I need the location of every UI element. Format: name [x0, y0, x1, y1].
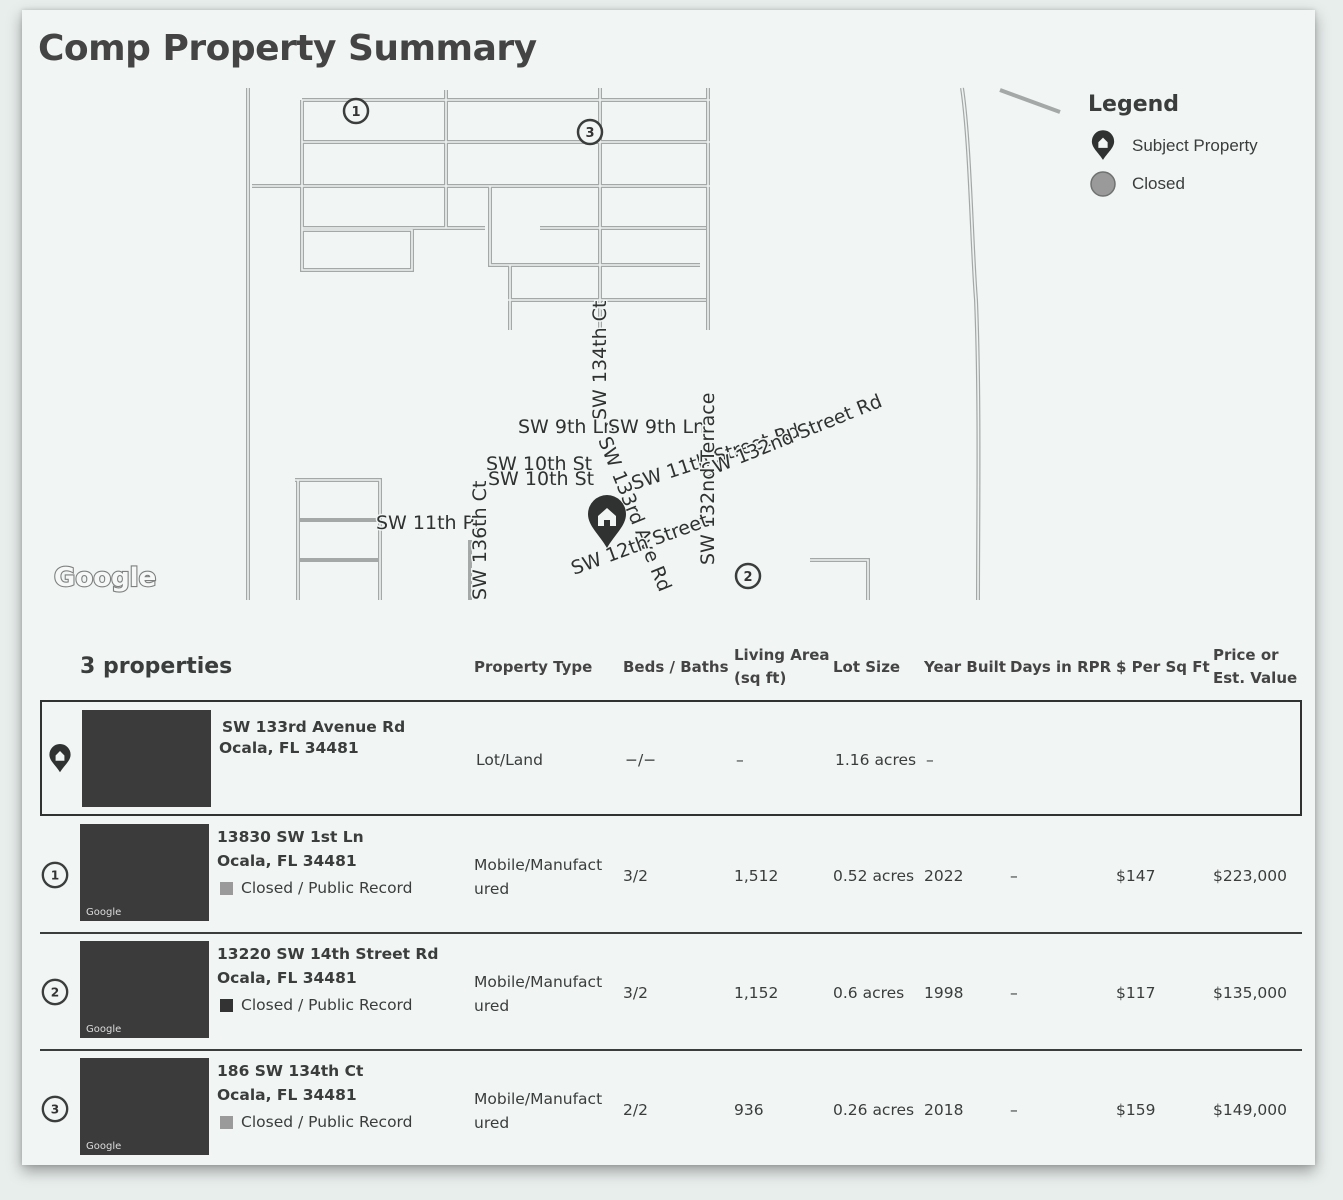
price-per-sqft: $117	[1116, 984, 1156, 1002]
status-label: Closed / Public Record	[241, 879, 413, 897]
property-photo[interactable]	[82, 710, 211, 807]
beds-baths: 2/2	[623, 1101, 648, 1119]
property-type: Mobile/Manufact ured	[474, 973, 603, 1015]
legend-item-closed: Closed	[1088, 171, 1258, 197]
lot-size: 0.6 acres	[833, 984, 905, 1002]
year-built: –	[926, 751, 934, 769]
map-pin-1[interactable]: 1	[342, 97, 370, 125]
comp-number-badge: 3	[41, 1095, 69, 1123]
property-type: Mobile/Manufact ured	[474, 856, 603, 898]
col-price-per-sqft: $ Per Sq Ft	[1116, 658, 1210, 676]
status: Closed / Public Record	[220, 996, 413, 1014]
svg-text:2: 2	[743, 570, 752, 585]
closed-dot-icon	[1088, 171, 1118, 197]
comp-row[interactable]: 1 Google 13830 SW 1st Ln Ocala, FL 34481 Clo…	[40, 816, 1302, 932]
beds-baths: 3/2	[623, 867, 648, 885]
living-area: 936	[734, 1101, 764, 1119]
lot-size: 0.52 acres	[833, 867, 915, 885]
subject-row[interactable]: SW 133rd Avenue Rd Ocala, FL 34481 Lot/L…	[40, 700, 1302, 816]
col-property-type: Property Type	[474, 658, 593, 676]
address-line-1: SW 133rd Avenue Rd	[222, 718, 406, 736]
living-area: –	[736, 751, 744, 769]
col-beds-baths: Beds / Baths	[623, 658, 729, 676]
price: $223,000	[1213, 867, 1287, 885]
svg-text:2: 2	[51, 986, 59, 1000]
status-label: Closed / Public Record	[241, 1113, 413, 1131]
living-area: 1,152	[734, 984, 779, 1002]
status: Closed / Public Record	[220, 879, 413, 897]
map-pin-2[interactable]: 2	[734, 562, 762, 590]
address-line-1: 13220 SW 14th Street Rd	[217, 945, 439, 963]
address-line-2: Ocala, FL 34481	[217, 852, 357, 870]
beds-baths: −/−	[625, 751, 657, 769]
svg-text:1: 1	[351, 105, 360, 120]
status-swatch	[220, 881, 233, 895]
col-year-built: Year Built	[924, 658, 1006, 676]
legend-title: Legend	[1088, 92, 1180, 117]
subject-pin-icon	[1088, 130, 1118, 160]
legend-label: Subject Property	[1132, 136, 1258, 155]
property-type: Lot/Land	[476, 751, 543, 769]
subject-pin-icon	[49, 744, 71, 773]
legend-label: Closed	[1132, 174, 1185, 193]
year-built: 2022	[924, 867, 964, 885]
google-watermark: Google	[86, 1024, 122, 1035]
property-photo[interactable]: Google	[80, 824, 209, 921]
status-label: Closed / Public Record	[241, 996, 413, 1014]
living-area: 1,512	[734, 867, 779, 885]
beds-baths: 3/2	[623, 984, 648, 1002]
status-swatch	[220, 998, 233, 1012]
address-line-1: 13830 SW 1st Ln	[217, 828, 364, 846]
map-legend: Legend Subject Property Closed	[1088, 92, 1258, 197]
year-built: 2018	[924, 1101, 964, 1119]
comp-row[interactable]: 2 Google 13220 SW 14th Street Rd Ocala, FL …	[40, 933, 1302, 1049]
col-lot-size: Lot Size	[833, 658, 901, 676]
comp-row[interactable]: 3 Google 186 SW 134th Ct Ocala, FL 34481 Clo…	[40, 1050, 1302, 1166]
days-in-rpr: –	[1010, 1101, 1018, 1119]
legend-item-subject: Subject Property	[1088, 130, 1258, 160]
lot-size: 0.26 acres	[833, 1101, 915, 1119]
comp-number-badge: 1	[41, 861, 69, 889]
table-header: 3 properties Property Type Beds / Baths …	[0, 640, 1343, 700]
page-title: Comp Property Summary	[38, 28, 537, 69]
google-watermark: Google	[86, 907, 122, 918]
status-swatch	[220, 1115, 233, 1129]
year-built: 1998	[924, 984, 964, 1002]
map-pin-3[interactable]: 3	[576, 118, 604, 146]
property-count: 3 properties	[80, 654, 233, 679]
status: Closed / Public Record	[220, 1113, 413, 1131]
price-per-sqft: $159	[1116, 1101, 1156, 1119]
price: $149,000	[1213, 1101, 1287, 1119]
col-price: Price or Est. Value	[1213, 646, 1298, 687]
svg-text:1: 1	[51, 869, 59, 883]
address-line-2: Ocala, FL 34481	[219, 739, 359, 757]
lot-size: 1.16 acres	[835, 751, 917, 769]
address-line-1: 186 SW 134th Ct	[217, 1062, 364, 1080]
address-line-2: Ocala, FL 34481	[217, 1086, 357, 1104]
col-days-in-rpr: Days in RPR	[1010, 658, 1112, 676]
comp-number-badge: 2	[41, 978, 69, 1006]
price-per-sqft: $147	[1116, 867, 1156, 885]
svg-text:3: 3	[51, 1103, 59, 1117]
property-type: Mobile/Manufact ured	[474, 1090, 603, 1132]
price: $135,000	[1213, 984, 1287, 1002]
days-in-rpr: –	[1010, 984, 1018, 1002]
col-living-area: Living Area (sq ft)	[734, 646, 830, 687]
google-watermark: Google	[86, 1141, 122, 1152]
property-photo[interactable]: Google	[80, 941, 209, 1038]
svg-text:3: 3	[585, 126, 594, 141]
property-photo[interactable]: Google	[80, 1058, 209, 1155]
days-in-rpr: –	[1010, 867, 1018, 885]
address-line-2: Ocala, FL 34481	[217, 969, 357, 987]
